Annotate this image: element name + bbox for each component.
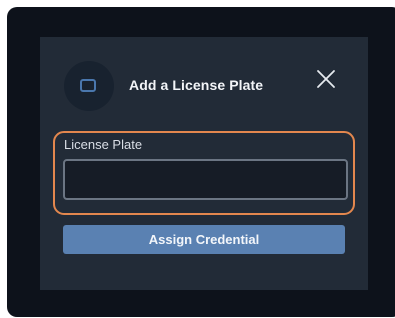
license-plate-label: License Plate: [64, 137, 143, 152]
assign-credential-button[interactable]: Assign Credential: [63, 225, 345, 254]
license-plate-input[interactable]: [63, 159, 348, 200]
license-plate-icon: [80, 79, 96, 92]
dialog-title: Add a License Plate: [129, 77, 264, 93]
license-plate-avatar: [64, 61, 114, 111]
close-icon: [317, 70, 335, 88]
close-button[interactable]: [315, 68, 337, 90]
